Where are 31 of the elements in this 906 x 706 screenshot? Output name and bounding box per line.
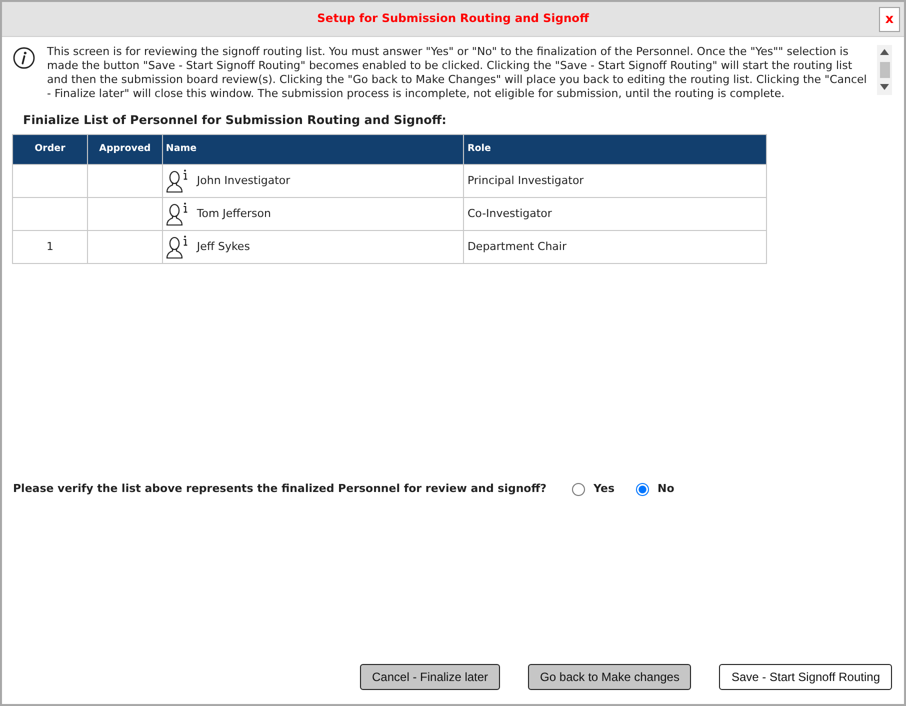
close-button[interactable]: x — [879, 6, 900, 32]
person-info-icon[interactable] — [166, 235, 188, 259]
person-name: Tom Jefferson — [196, 206, 271, 222]
scroll-up-arrow-icon[interactable] — [880, 49, 889, 55]
window-title: Setup for Submission Routing and Signoff — [317, 10, 589, 28]
column-header: Role — [464, 134, 766, 164]
table-cell: Department Chair — [464, 230, 766, 264]
section-title: Finialize List of Personnel for Submission Routing and Signoff: — [23, 112, 448, 128]
scroll-down-arrow-icon[interactable] — [880, 84, 889, 90]
instructions-text: This screen is for reviewing the signoff routing list. You must answer "Yes" or "No" to the finalization of the Personnel. Once the "Yes"" selection is made the button "Save - Start Signoff Routing" becomes enabled to be clicked. Clicking the "Save - Start Signoff Routing" will start the routing list and then the submission board review(s). Clicking the "Go back to Make Changes" will place you back to editing the routing list. Clicking the "Cancel - Finalize later" will close this window. The submission process is incomplete, not eligible for submission, until the routing is complete. — [47, 45, 868, 101]
dialog-button[interactable]: Go back to Make changes — [528, 664, 692, 690]
person-info-icon[interactable] — [166, 169, 188, 193]
table-cell: Co-Investigator — [464, 198, 766, 230]
table-cell: Principal Investigator — [464, 164, 766, 198]
question-text: Please verify the list above represents the finalized Personnel for review and signoff? — [13, 481, 547, 497]
dialog-button[interactable]: Cancel - Finalize later — [360, 664, 500, 690]
column-header: Approved — [87, 134, 162, 164]
radio-button[interactable] — [636, 482, 648, 496]
column-header: Name — [162, 134, 464, 164]
info-icon — [13, 47, 35, 69]
scrollbar[interactable] — [877, 45, 892, 95]
column-header: Order — [12, 134, 88, 164]
person-name: John Investigator — [196, 172, 290, 189]
person-name: Jeff Sykes — [196, 238, 250, 255]
scroll-thumb[interactable] — [880, 62, 890, 78]
radio-button[interactable] — [572, 482, 585, 496]
person-info-icon[interactable] — [166, 202, 188, 226]
table-cell: 1 — [12, 230, 88, 264]
dialog-button[interactable]: Save - Start Signoff Routing — [719, 664, 892, 690]
radio-label[interactable]: Yes — [594, 481, 614, 498]
radio-label[interactable]: No — [658, 481, 674, 498]
